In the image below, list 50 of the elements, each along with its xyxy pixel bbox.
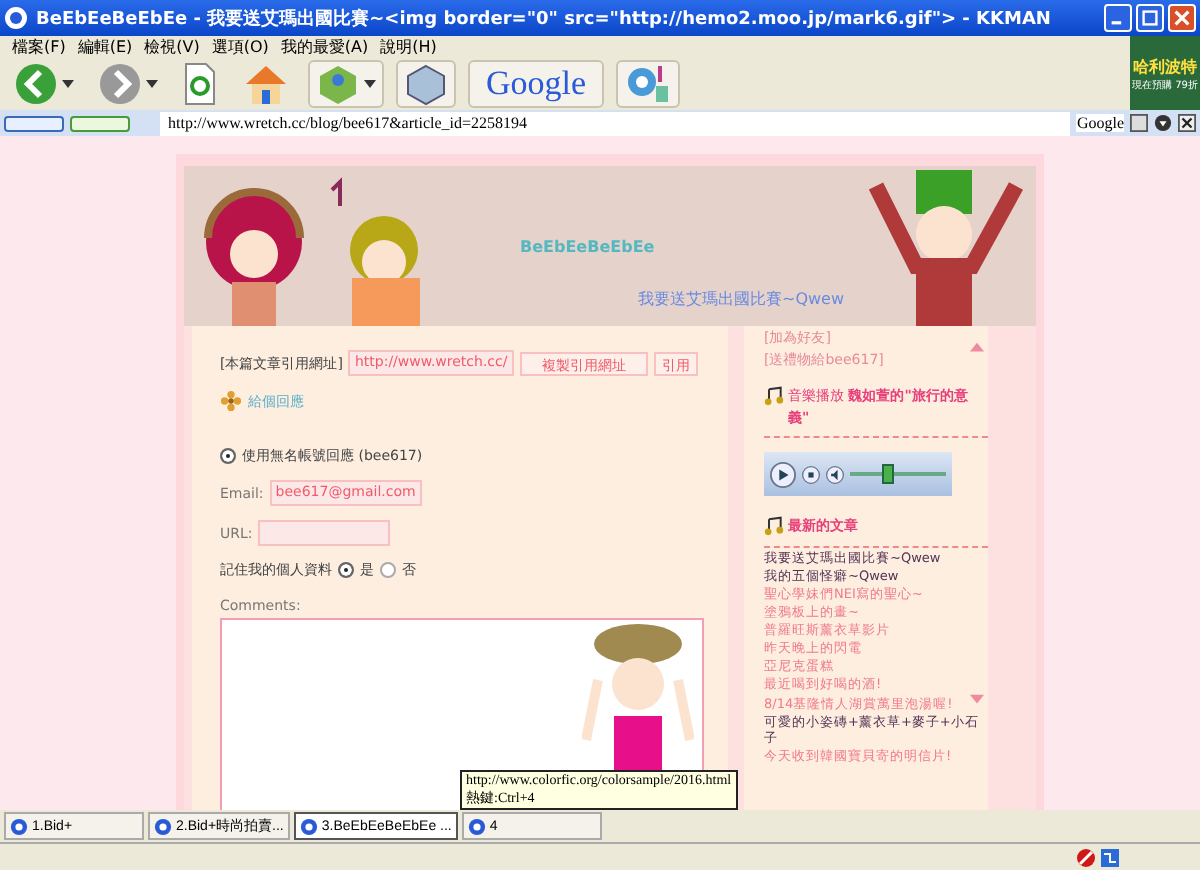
blocked-icon[interactable]: [1076, 847, 1096, 867]
music-mascot-button[interactable]: [616, 60, 681, 108]
menu-item[interactable]: 編輯(E): [77, 36, 133, 58]
play-button[interactable]: [770, 461, 796, 488]
cube-button[interactable]: [308, 60, 384, 108]
radio-button[interactable]: [338, 562, 354, 578]
stop-button[interactable]: [802, 465, 820, 484]
blog-subtitle: 我要送艾瑪出國比賽~Qwew: [635, 288, 846, 310]
caret-icon: [364, 80, 376, 88]
dropdown-icon[interactable]: [1154, 114, 1172, 132]
maximize-icon: [1142, 10, 1158, 26]
box-button[interactable]: [396, 60, 456, 108]
home-icon: [242, 62, 290, 106]
google-button[interactable]: Google: [468, 60, 605, 108]
search-engine-label[interactable]: Google: [1076, 114, 1124, 132]
maximize-button[interactable]: [1136, 4, 1164, 32]
flower-icon: [220, 390, 242, 412]
window-title: BeEbEeBeEbEe - 我要送艾瑪出國比賽~<img border="0" src="http://hemo2.moo.jp/mark6.gif"> - KKMAN: [36, 6, 1053, 31]
url-field[interactable]: [258, 520, 391, 546]
menu-item[interactable]: 我的最愛(A): [280, 36, 369, 58]
menu-item[interactable]: 檔案(F): [12, 36, 66, 58]
music-note-icon: [764, 386, 784, 406]
tab-icon: [154, 817, 172, 835]
music-note-icon: [764, 516, 784, 537]
close-icon: [1174, 10, 1190, 26]
menu-item[interactable]: 檢視(V): [144, 36, 200, 58]
search-dropdown-button[interactable]: [70, 115, 130, 131]
refresh-icon: [182, 62, 218, 106]
ad-title: 哈利波特: [1133, 55, 1197, 77]
close-icon[interactable]: [1178, 114, 1196, 132]
menu-item[interactable]: 說明(H): [380, 36, 437, 58]
tab-icon: [10, 817, 28, 835]
tab-icon: [467, 817, 486, 835]
menu-item[interactable]: 選項(O): [211, 36, 269, 58]
volume-icon[interactable]: [826, 465, 844, 484]
caret-icon: [62, 80, 74, 88]
minimize-button[interactable]: [1104, 4, 1132, 32]
tab-icon: [299, 817, 318, 835]
radio-button[interactable]: [220, 448, 236, 464]
app-icon: [4, 6, 28, 30]
volume-thumb[interactable]: [882, 464, 895, 485]
cube-icon: [316, 62, 360, 106]
network-icon[interactable]: [1100, 847, 1120, 867]
radio-button[interactable]: [380, 562, 396, 578]
caret-icon: [146, 80, 158, 88]
address-field[interactable]: http://www.wretch.cc/blog/bee617&article_id=2258194: [160, 111, 1071, 135]
page-icon[interactable]: [1130, 114, 1148, 132]
web-dropdown-button[interactable]: [4, 115, 64, 131]
cube-icon: [404, 62, 448, 106]
close-button[interactable]: [1168, 4, 1196, 32]
